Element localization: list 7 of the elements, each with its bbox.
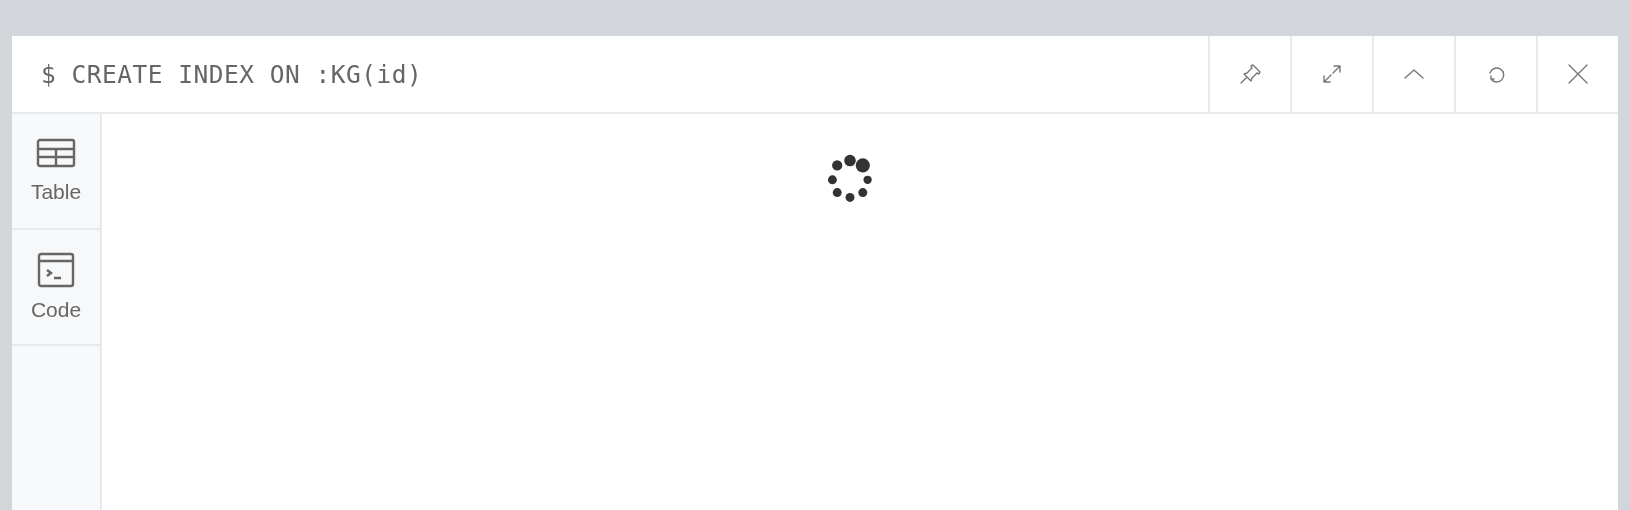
loading-spinner-icon (826, 154, 874, 204)
close-icon (1566, 62, 1590, 86)
expand-icon (1320, 62, 1344, 86)
terminal-icon (37, 252, 75, 288)
command-text[interactable]: $ CREATE INDEX ON :KG(id) (12, 36, 1208, 112)
pin-icon (1238, 62, 1262, 86)
table-icon (36, 138, 76, 170)
